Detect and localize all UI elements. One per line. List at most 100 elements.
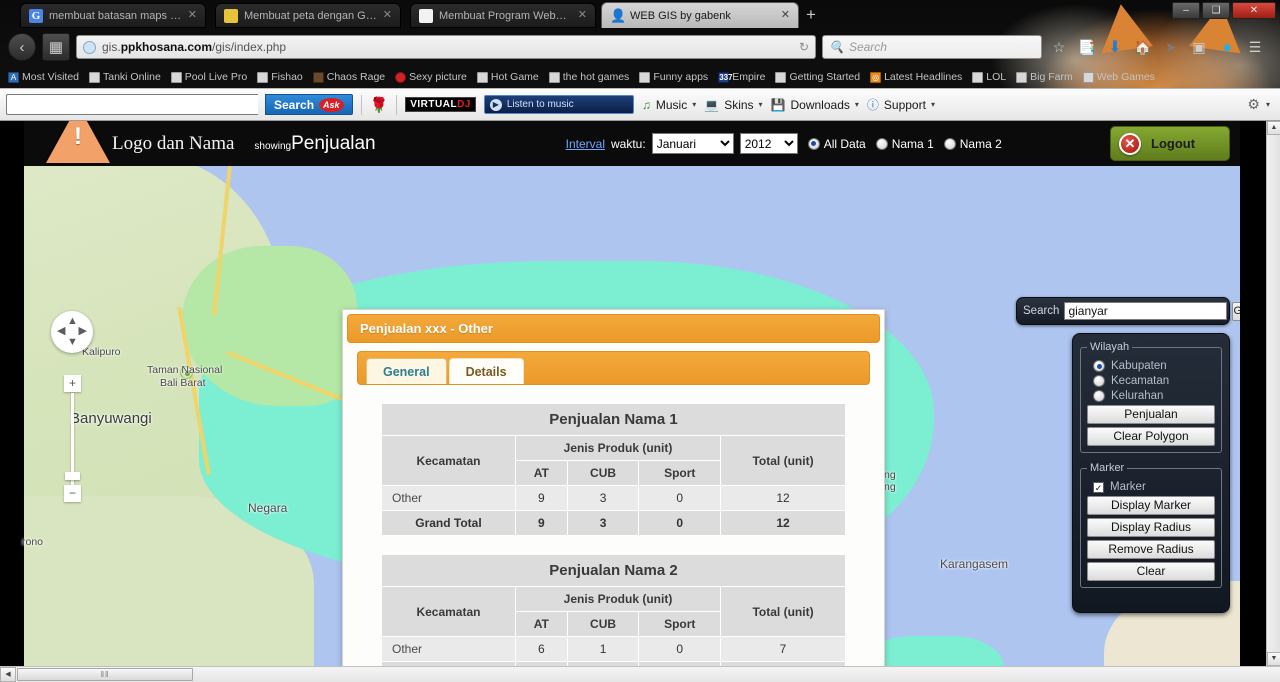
share-icon[interactable]: ➤	[1160, 39, 1182, 56]
info-icon: ⓘ	[866, 98, 879, 112]
bookmark-item[interactable]: Funny apps	[635, 70, 712, 84]
toolbar-menu-support[interactable]: ⓘ Support ▾	[867, 96, 935, 113]
map-label: Banyuwangi	[70, 410, 152, 427]
new-tab-button[interactable]: +	[806, 6, 816, 23]
browser-search-input[interactable]: 🔍 Search	[822, 35, 1042, 59]
browser-tab-1[interactable]: G membuat batasan maps p... ✕	[20, 3, 206, 28]
marker-checkbox-row[interactable]: ✓ Marker	[1093, 481, 1215, 493]
bookmark-item[interactable]: A Most Visited	[4, 70, 83, 84]
hamburger-menu-icon[interactable]: ☰	[1244, 39, 1266, 56]
reload-icon[interactable]: ↻	[799, 40, 809, 54]
table-header-kecamatan: Kecamatan	[381, 586, 516, 637]
radio-button-icon[interactable]	[1093, 390, 1105, 402]
radio-nama-2[interactable]: Nama 2	[943, 137, 1002, 151]
scroll-up-arrow-icon[interactable]: ▲	[1267, 121, 1280, 135]
minimize-button[interactable]: –	[1172, 2, 1200, 19]
browser-tab-2[interactable]: Membuat peta dengan Go... ✕	[215, 3, 401, 28]
bookmark-item[interactable]: ◎ Latest Headlines	[866, 70, 966, 84]
sidebar-icon[interactable]: ▣	[1188, 39, 1210, 56]
zoom-thumb[interactable]	[65, 472, 80, 480]
browser-tab-3[interactable]: Membuat Program Webgis... ✕	[410, 3, 596, 28]
toolbar-menu-skins[interactable]: 💻 Skins ▾	[704, 98, 762, 112]
map-search-input[interactable]	[1064, 302, 1228, 320]
download-arrow-icon[interactable]: ⬇	[1104, 37, 1126, 57]
skype-icon[interactable]: ●	[1216, 39, 1238, 56]
interval-link[interactable]: Interval	[566, 137, 605, 151]
radio-button-icon[interactable]	[1093, 360, 1105, 372]
logout-button[interactable]: ✕ Logout	[1110, 126, 1230, 161]
tab-title: WEB GIS by gabenk	[630, 9, 731, 22]
maximize-button[interactable]: ❑	[1202, 2, 1230, 19]
home-icon[interactable]: 🏠	[1132, 39, 1154, 56]
site-identity-icon[interactable]: ▦	[42, 33, 70, 61]
horizontal-scroll-thumb[interactable]: ‖‖	[17, 668, 193, 681]
bookmark-item[interactable]: Getting Started	[771, 70, 864, 84]
bookmark-item[interactable]: Web Games	[1079, 70, 1159, 84]
clear-polygon-button[interactable]: Clear Polygon	[1087, 427, 1215, 446]
reader-list-icon[interactable]: 📑	[1076, 39, 1098, 56]
chevron-down-icon[interactable]: ▾	[1266, 100, 1270, 109]
tab-details[interactable]: Details	[448, 358, 524, 384]
scroll-down-arrow-icon[interactable]: ▼	[1267, 652, 1280, 666]
ask-search-input[interactable]	[6, 94, 258, 115]
checkbox-icon[interactable]: ✓	[1093, 481, 1104, 493]
gear-icon[interactable]: ⚙	[1247, 96, 1260, 113]
toolbar-menu-downloads[interactable]: 💾 Downloads ▾	[771, 98, 859, 112]
month-select[interactable]: Januari	[651, 133, 734, 154]
bookmark-item[interactable]: Tanki Online	[85, 70, 165, 84]
pan-down-icon[interactable]: ▼	[67, 337, 78, 348]
listen-to-music-button[interactable]: ▶ Listen to music	[483, 95, 634, 114]
bookmark-label: Sexy picture	[409, 71, 467, 83]
back-arrow-icon[interactable]: ‹	[8, 33, 36, 61]
bookmark-item[interactable]: Fishao	[253, 70, 307, 84]
ask-search-button[interactable]: Search Ask	[265, 94, 353, 115]
browser-tab-4-active[interactable]: 👤 WEB GIS by gabenk ✕	[601, 2, 799, 28]
vertical-scrollbar[interactable]: ▲ ▼	[1266, 121, 1280, 666]
window-close-button[interactable]: ✕	[1232, 2, 1276, 19]
url-bar[interactable]: gis.ppkhosana.com/gis/index.php ↻	[76, 35, 816, 59]
zoom-out-button[interactable]: −	[64, 485, 81, 502]
close-icon[interactable]: ✕	[188, 10, 197, 21]
bookmark-item[interactable]: the hot games	[545, 70, 634, 84]
close-icon[interactable]: ✕	[781, 10, 790, 21]
close-icon[interactable]: ✕	[383, 10, 392, 21]
star-icon[interactable]: ☆	[1048, 39, 1070, 56]
radio-button-icon[interactable]	[807, 137, 820, 150]
bookmark-item[interactable]: 337 Empire	[714, 70, 769, 84]
display-radius-button[interactable]: Display Radius	[1087, 518, 1215, 537]
map-zoom-slider[interactable]: + −	[64, 375, 81, 502]
pan-up-icon[interactable]: ▲	[67, 316, 78, 327]
bookmark-item[interactable]: Sexy picture	[391, 70, 471, 84]
pan-left-icon[interactable]: ◀	[57, 326, 65, 337]
virtualdj-logo[interactable]: VIRTUALDJ	[405, 97, 476, 112]
clear-button[interactable]: Clear	[1087, 562, 1215, 581]
radio-kecamatan[interactable]: Kecamatan	[1093, 375, 1215, 387]
radio-all-data[interactable]: All Data	[807, 137, 866, 151]
bookmark-item[interactable]: Pool Live Pro	[167, 70, 251, 84]
year-select[interactable]: 2012	[739, 133, 798, 154]
bookmark-item[interactable]: Big Farm	[1012, 70, 1077, 84]
bookmark-label: Empire	[732, 71, 766, 83]
close-icon[interactable]: ✕	[578, 10, 587, 21]
horizontal-scrollbar[interactable]: ◀ ‖‖	[0, 666, 1280, 682]
toolbar-menu-music[interactable]: ♫ Music ▾	[642, 98, 696, 112]
radio-button-icon[interactable]	[875, 137, 888, 150]
pan-right-icon[interactable]: ▶	[79, 326, 87, 337]
penjualan-button[interactable]: Penjualan	[1087, 405, 1215, 424]
map-pan-control[interactable]: ▲ ▼ ◀ ▶	[51, 311, 93, 353]
radio-nama-1[interactable]: Nama 1	[875, 137, 934, 151]
radio-button-icon[interactable]	[1093, 375, 1105, 387]
display-marker-button[interactable]: Display Marker	[1087, 496, 1215, 515]
bookmark-item[interactable]: LOL	[968, 70, 1010, 84]
radio-button-icon[interactable]	[943, 137, 956, 150]
bookmark-item[interactable]: Chaos Rage	[309, 70, 389, 84]
flame-icon[interactable]: 🌹	[370, 96, 389, 114]
empire-icon: 337	[718, 71, 733, 83]
scroll-left-arrow-icon[interactable]: ◀	[0, 667, 16, 682]
radio-kelurahan[interactable]: Kelurahan	[1093, 390, 1215, 402]
zoom-in-button[interactable]: +	[64, 375, 81, 392]
remove-radius-button[interactable]: Remove Radius	[1087, 540, 1215, 559]
tab-general[interactable]: General	[366, 358, 447, 384]
bookmark-item[interactable]: Hot Game	[473, 70, 543, 84]
radio-kabupaten[interactable]: Kabupaten	[1093, 360, 1215, 372]
